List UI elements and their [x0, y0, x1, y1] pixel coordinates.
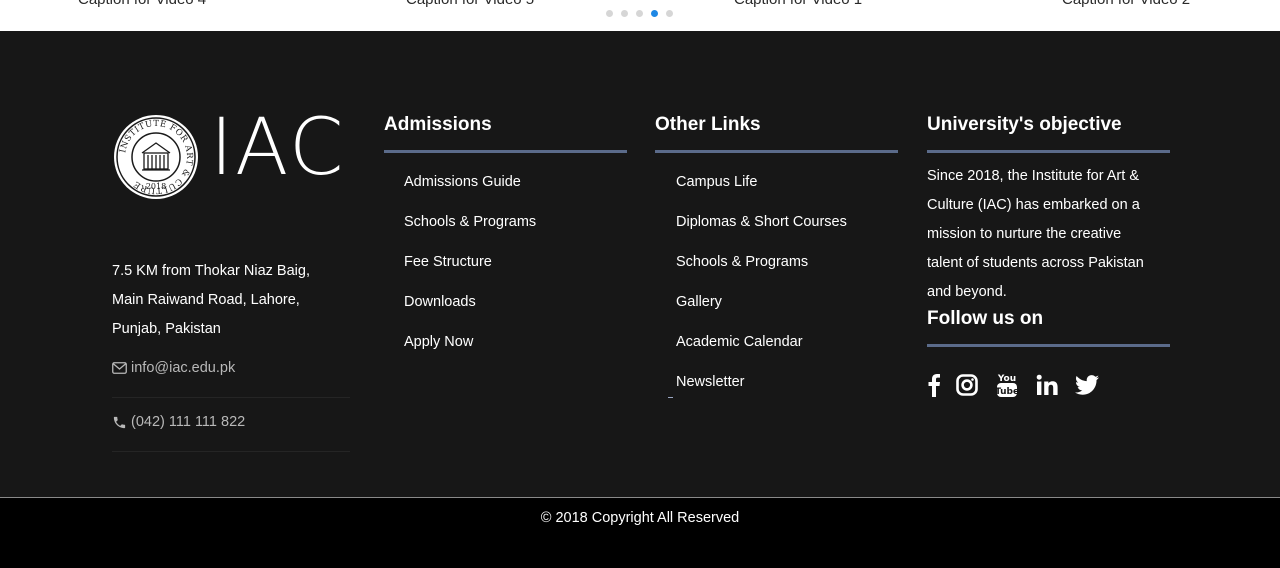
- link-downloads[interactable]: Downloads: [404, 282, 627, 322]
- carousel-dot-4[interactable]: [651, 10, 658, 17]
- objective-heading-rule: [927, 150, 1170, 153]
- iac-logo[interactable]: INSTITUTE FOR ART & CULTURE 2018 IAC: [112, 109, 352, 201]
- video-caption-4: Caption for Video 4: [78, 0, 206, 8]
- linkedin-icon[interactable]: [1033, 371, 1061, 399]
- video-carousel-strip: Caption for Video 4 Caption for Video 5 …: [0, 0, 1280, 31]
- twitter-icon[interactable]: [1073, 371, 1101, 399]
- seal-year: 2018: [146, 182, 166, 191]
- link-schools-programs[interactable]: Schools & Programs: [404, 202, 627, 242]
- youtube-label-bottom: Tube: [997, 387, 1017, 397]
- phone-number[interactable]: (042) 111 111 822: [131, 414, 245, 430]
- contact-divider: [112, 397, 350, 398]
- link-campus-life[interactable]: Campus Life: [676, 162, 898, 202]
- newsletter-marker: [668, 397, 673, 398]
- carousel-pagination: [606, 10, 673, 17]
- objective-heading: University's objective: [927, 114, 1122, 135]
- link-fee-structure[interactable]: Fee Structure: [404, 242, 627, 282]
- email-contact[interactable]: info@iac.edu.pk: [112, 360, 235, 376]
- facebook-icon[interactable]: [927, 371, 941, 399]
- other-links-list: Campus Life Diplomas & Short Courses Sch…: [655, 162, 898, 402]
- iac-seal-icon: INSTITUTE FOR ART & CULTURE 2018: [114, 115, 198, 199]
- objective-line-3: mission to nurture the creative: [927, 226, 1122, 242]
- carousel-dot-3[interactable]: [636, 10, 643, 17]
- youtube-icon[interactable]: You Tube: [993, 371, 1021, 399]
- iac-wordmark: IAC: [210, 103, 346, 193]
- follow-heading-rule: [927, 344, 1170, 347]
- carousel-dot-2[interactable]: [621, 10, 628, 17]
- address-line-3: Punjab, Pakistan: [112, 321, 221, 337]
- site-footer: INSTITUTE FOR ART & CULTURE 2018 IAC 7.5…: [0, 31, 1280, 498]
- admissions-links: Admissions Guide Schools & Programs Fee …: [384, 162, 627, 362]
- link-newsletter[interactable]: Newsletter: [676, 362, 898, 402]
- objective-line-1: Since 2018, the Institute for Art &: [927, 168, 1139, 184]
- other-links-heading: Other Links: [655, 114, 761, 135]
- phone-icon: [113, 416, 126, 428]
- youtube-label-top: You: [997, 374, 1016, 384]
- campus-address: 7.5 KM from Thokar Niaz Baig, Main Raiwa…: [112, 257, 352, 344]
- copyright-text: © 2018 Copyright All Reserved: [540, 510, 740, 526]
- objective-text: Since 2018, the Institute for Art & Cult…: [927, 162, 1170, 307]
- instagram-icon[interactable]: [953, 371, 981, 399]
- admissions-column: Admissions Admissions Guide Schools & Pr…: [384, 113, 627, 362]
- objective-column: University's objective Since 2018, the I…: [927, 113, 1170, 399]
- link-academic-calendar[interactable]: Academic Calendar: [676, 322, 898, 362]
- other-links-heading-rule: [655, 150, 898, 153]
- video-caption-2: Caption for Video 2: [1062, 0, 1190, 8]
- follow-heading: Follow us on: [927, 308, 1044, 329]
- objective-line-4: talent of students across Pakistan: [927, 255, 1144, 271]
- link-admissions-guide[interactable]: Admissions Guide: [404, 162, 627, 202]
- other-links-column: Other Links Campus Life Diplomas & Short…: [655, 113, 898, 402]
- mail-icon: [112, 362, 127, 374]
- objective-line-2: Culture (IAC) has embarked on a: [927, 197, 1140, 213]
- link-schools-programs-2[interactable]: Schools & Programs: [676, 242, 898, 282]
- video-caption-5: Caption for Video 5: [406, 0, 534, 8]
- link-apply-now[interactable]: Apply Now: [404, 322, 627, 362]
- carousel-dot-5[interactable]: [666, 10, 673, 17]
- email-link[interactable]: info@iac.edu.pk: [131, 360, 235, 376]
- phone-contact[interactable]: (042) 111 111 822: [112, 414, 245, 430]
- admissions-heading: Admissions: [384, 114, 492, 135]
- copyright-bar: © 2018 Copyright All Reserved: [0, 498, 1280, 568]
- address-line-2: Main Raiwand Road, Lahore,: [112, 292, 300, 308]
- contact-divider-2: [112, 451, 350, 452]
- objective-line-5: and beyond.: [927, 284, 1007, 300]
- address-line-1: 7.5 KM from Thokar Niaz Baig,: [112, 263, 310, 279]
- link-gallery[interactable]: Gallery: [676, 282, 898, 322]
- admissions-heading-rule: [384, 150, 627, 153]
- link-diplomas-short-courses[interactable]: Diplomas & Short Courses: [676, 202, 898, 242]
- video-caption-1: Caption for Video 1: [734, 0, 862, 8]
- social-links: You Tube: [927, 371, 1170, 399]
- carousel-dot-1[interactable]: [606, 10, 613, 17]
